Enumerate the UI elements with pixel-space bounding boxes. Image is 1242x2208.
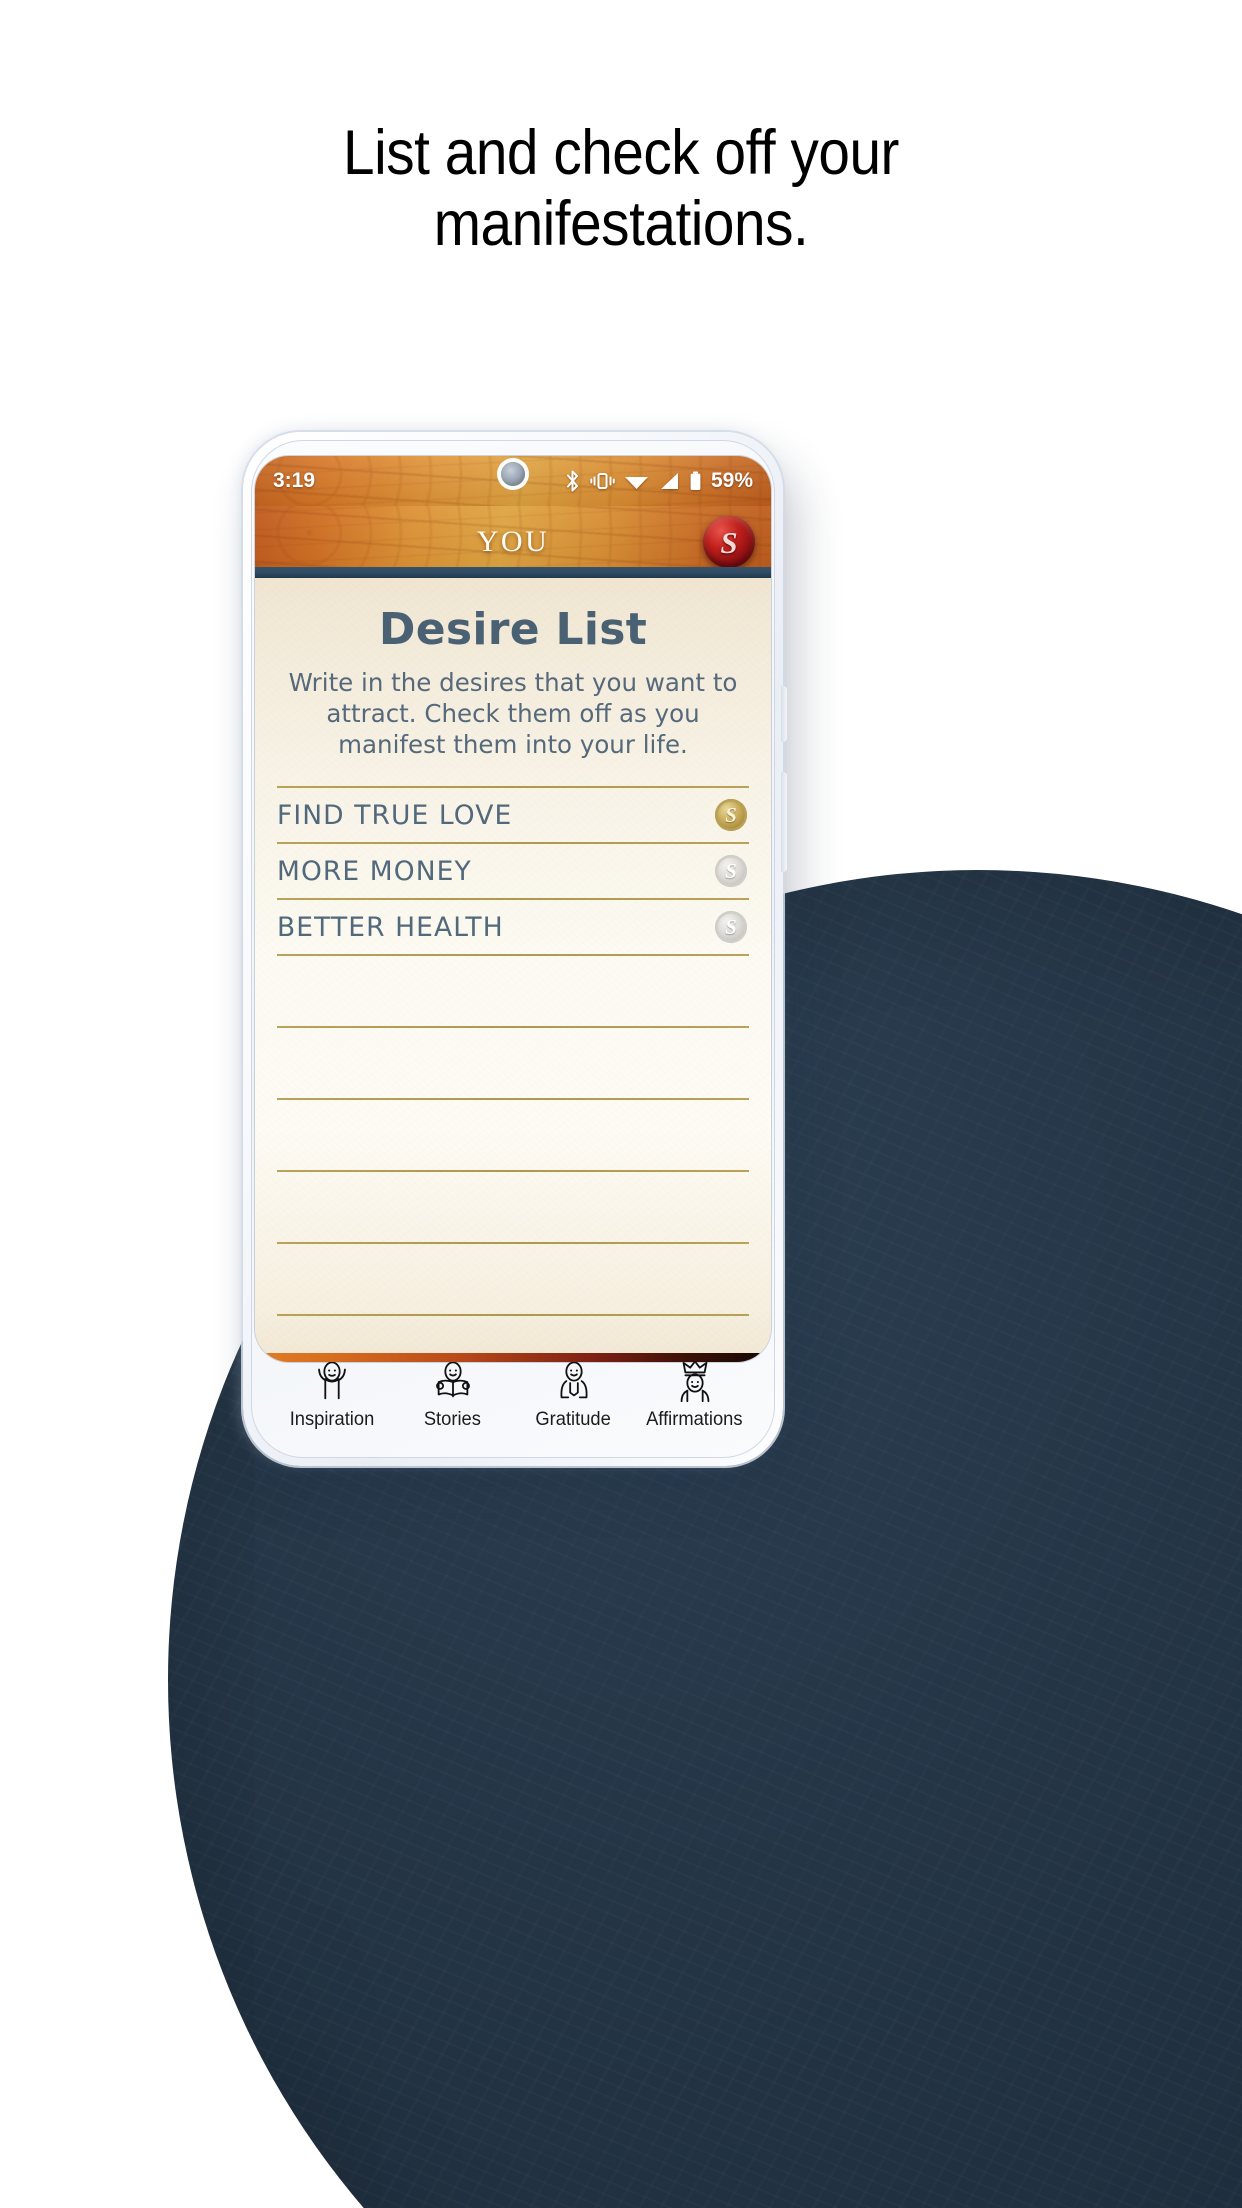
status-bar: 3:19 59% <box>255 456 771 506</box>
headline-line-2: manifestations. <box>433 188 809 259</box>
paper-content: Desire List Write in the desires that yo… <box>255 578 771 1362</box>
person-with-crown-icon <box>672 1360 718 1406</box>
screenshot-root: List and check off your manifestations. … <box>0 0 1242 2208</box>
list-item[interactable]: FIND TRUE LOVE S <box>277 788 749 842</box>
wax-seal-letter: S <box>720 524 738 560</box>
seal-gold-icon[interactable]: S <box>715 799 747 832</box>
empty-desire-rows <box>277 956 749 1317</box>
nav-item-gratitude[interactable]: Gratitude <box>513 1360 634 1431</box>
nav-label: Affirmations <box>646 1408 743 1430</box>
list-item-label: MORE MONEY <box>277 855 472 887</box>
person-arms-raised-icon <box>309 1360 355 1406</box>
seal-letter: S <box>725 914 737 939</box>
list-item-empty[interactable] <box>277 1028 749 1098</box>
list-item-label: FIND TRUE LOVE <box>277 799 513 831</box>
wax-seal-s-logo[interactable]: S <box>703 516 755 568</box>
seal-grey-icon[interactable]: S <box>715 911 747 944</box>
desire-list: FIND TRUE LOVE S MORE MONEY S BETTER HEA… <box>277 786 749 1317</box>
nav-label: Gratitude <box>535 1408 612 1430</box>
list-item-empty[interactable] <box>277 1172 749 1242</box>
seal-letter: S <box>725 802 737 827</box>
seal-letter: S <box>725 858 737 883</box>
app-title: YOU <box>476 525 550 558</box>
paper-bottom-strip <box>255 1353 771 1362</box>
wifi-icon <box>624 470 649 492</box>
status-bar-time: 3:19 <box>273 469 316 492</box>
list-item-empty[interactable] <box>277 956 749 1026</box>
list-rule <box>277 1314 749 1317</box>
nav-label: Stories <box>423 1408 482 1430</box>
person-reading-book-icon <box>430 1360 476 1406</box>
phone-side-button-volume[interactable] <box>781 772 787 872</box>
page-subtitle: Write in the desires that you want to at… <box>288 668 738 760</box>
phone-screen: 3:19 59% YOU S Desire List Write in the … <box>255 456 771 1362</box>
cellular-signal-icon <box>658 470 680 492</box>
list-item[interactable]: BETTER HEALTH S <box>277 900 749 954</box>
page-title: Desire List <box>378 604 648 655</box>
seal-grey-icon[interactable]: S <box>715 855 747 888</box>
headline-line-1: List and check off your <box>343 118 899 188</box>
list-item-empty[interactable] <box>277 1244 749 1314</box>
phone-mockup: 3:19 59% YOU S Desire List Write in the … <box>243 432 787 1466</box>
nav-label: Inspiration <box>289 1408 374 1430</box>
bluetooth-icon <box>564 470 581 492</box>
app-header-underline <box>255 567 771 578</box>
bottom-navigation: Inspiration Stories Gratitude Affirmatio… <box>255 1354 771 1450</box>
nav-item-stories[interactable]: Stories <box>392 1360 513 1431</box>
nav-item-inspiration[interactable]: Inspiration <box>271 1360 392 1431</box>
marketing-headline: List and check off your manifestations. <box>62 118 1180 259</box>
person-praying-icon <box>551 1360 597 1406</box>
nav-item-affirmations[interactable]: Affirmations <box>634 1360 755 1431</box>
battery-percent-label: 59% <box>710 469 753 492</box>
battery-icon <box>689 470 702 492</box>
list-item-label: BETTER HEALTH <box>277 911 504 943</box>
front-camera-punchhole <box>501 462 525 486</box>
vibrate-icon <box>590 470 615 492</box>
list-item[interactable]: MORE MONEY S <box>277 844 749 898</box>
phone-side-button-power[interactable] <box>781 686 787 742</box>
app-header-bar: YOU S <box>255 506 771 578</box>
status-bar-icons: 59% <box>564 469 753 493</box>
list-item-empty[interactable] <box>277 1100 749 1170</box>
